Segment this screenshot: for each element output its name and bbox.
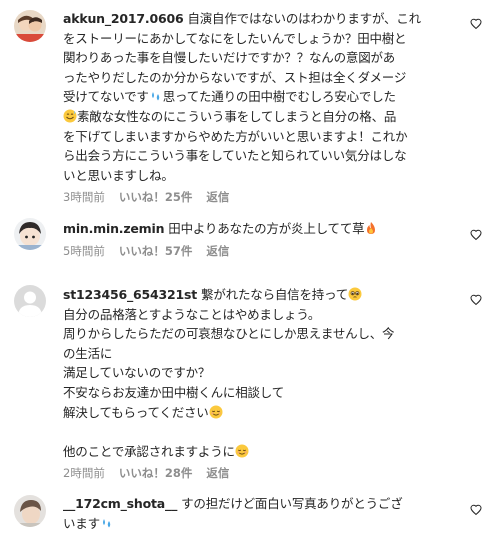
comment-username[interactable]: akkun_2017.0606 — [63, 11, 184, 26]
like-count[interactable]: いいね！25件 — [119, 190, 193, 204]
comment-meta: 5時間前 いいね！57件 返信 — [63, 243, 455, 259]
comment-meta: 3時間前 いいね！25件 返信 — [63, 189, 455, 205]
like-count[interactable]: いいね！28件 — [119, 466, 193, 480]
avatar[interactable] — [14, 10, 46, 42]
sweat-droplets-icon — [151, 92, 159, 101]
comment-username[interactable]: min.min.zemin — [63, 221, 164, 236]
avatar[interactable] — [14, 218, 46, 250]
reply-button[interactable]: 返信 — [206, 244, 229, 258]
relieved-face-icon — [235, 444, 249, 458]
smiling-face-sweat-icon — [63, 109, 77, 123]
comment-text: __172cm_shota__ すの担だけど面白い写真ありがとうござ います — [63, 496, 403, 531]
avatar[interactable] — [14, 495, 46, 527]
heart-outline-icon[interactable] — [470, 229, 482, 241]
heart-outline-icon[interactable] — [470, 294, 482, 306]
comment-time[interactable]: 5時間前 — [63, 244, 105, 258]
like-count[interactable]: いいね！57件 — [119, 244, 193, 258]
comment-text: min.min.zemin 田中よりあなたの方が炎上してて草 — [63, 219, 455, 239]
comment-meta: 2時間前 いいね！28件 返信 — [63, 465, 455, 481]
reply-button[interactable]: 返信 — [206, 190, 229, 204]
comment-username[interactable]: __172cm_shota__ — [63, 496, 177, 511]
heart-outline-icon[interactable] — [470, 18, 482, 30]
reply-button[interactable]: 返信 — [206, 466, 229, 480]
sweat-droplets-icon — [102, 518, 111, 528]
fire-icon — [367, 222, 376, 234]
comment-list: akkun_2017.0606 自演自作ではないのはわかりますが、これ をストーリ… — [0, 0, 495, 541]
comment-username[interactable]: st123456_654321st — [63, 287, 197, 302]
comment-text: st123456_654321st 繋がれたなら自信を持って 自分の品格落とすよう… — [63, 287, 395, 459]
comment-time[interactable]: 3時間前 — [63, 190, 105, 204]
comment-time[interactable]: 2時間前 — [63, 466, 105, 480]
pleading-face-icon — [348, 287, 362, 301]
heart-outline-icon[interactable] — [470, 504, 482, 516]
relieved-face-icon — [209, 405, 223, 419]
default-avatar-icon[interactable] — [14, 285, 46, 317]
comment-text: akkun_2017.0606 自演自作ではないのはわかりますが、これ をストーリ… — [63, 11, 421, 183]
